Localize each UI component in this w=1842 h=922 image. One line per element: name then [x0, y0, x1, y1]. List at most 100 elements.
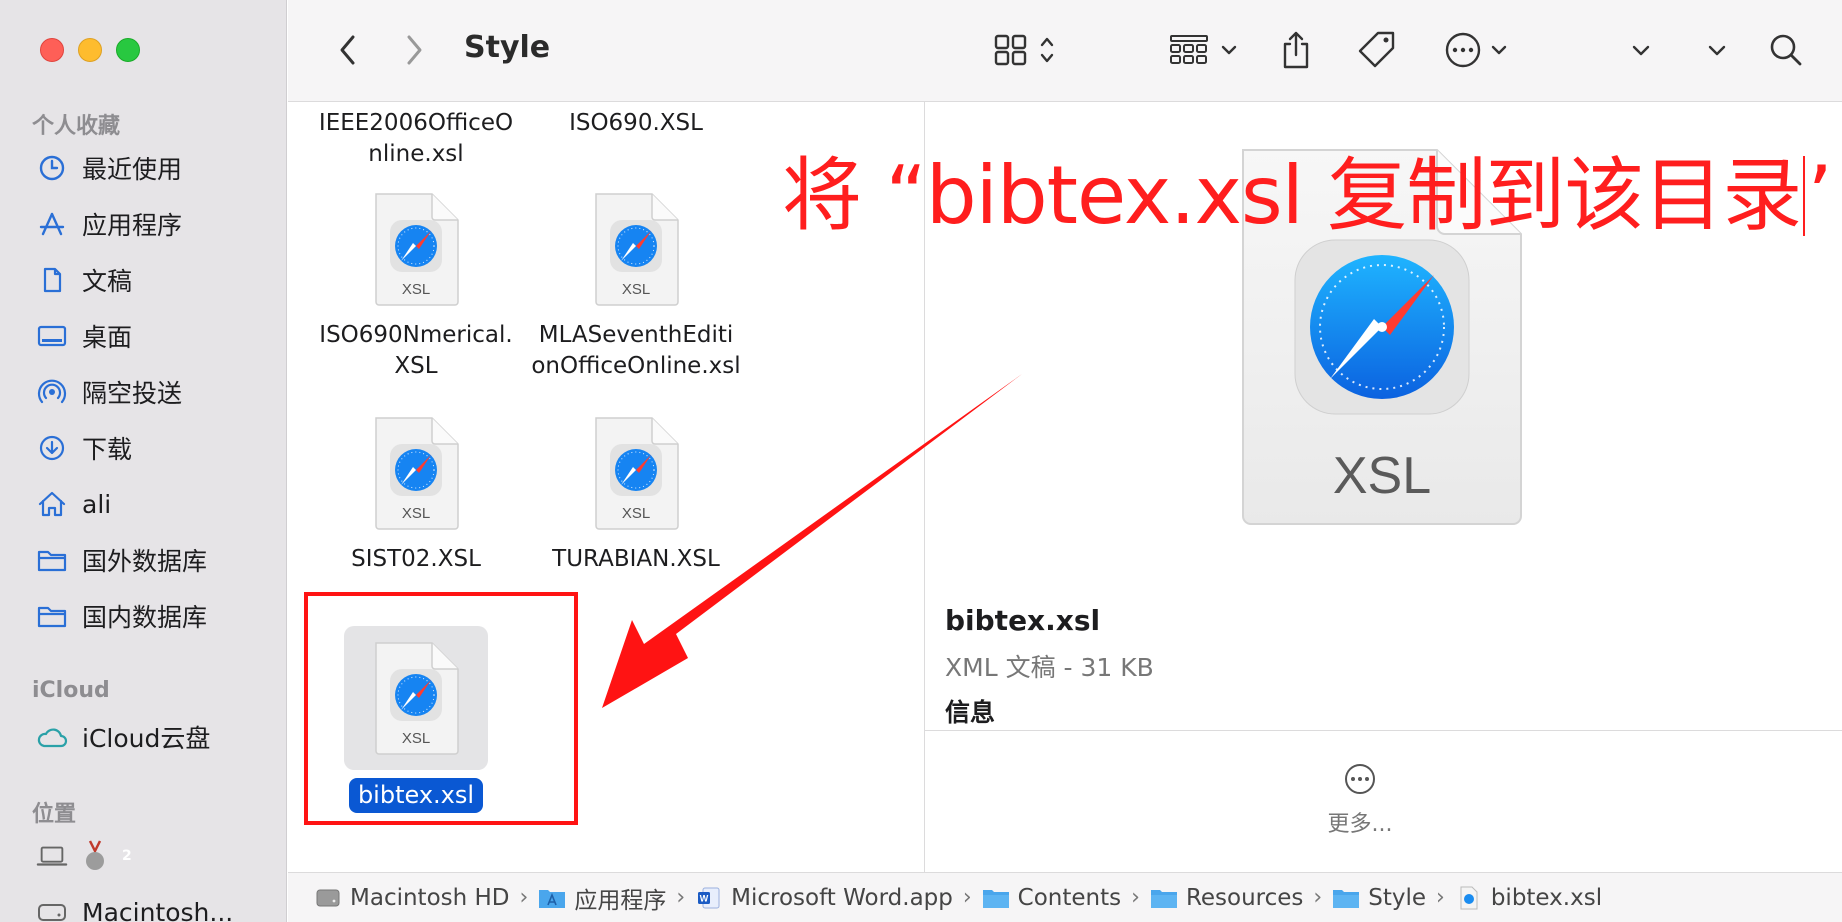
search-icon: [1770, 34, 1802, 66]
chevron-down-icon: [1632, 45, 1650, 56]
toolbar-dropdown-2[interactable]: [1702, 28, 1732, 72]
view-mode-button[interactable]: [993, 28, 1059, 72]
download-icon: [36, 432, 68, 464]
file-kind-label: XSL: [402, 281, 430, 298]
medal-badge-icon: [82, 839, 108, 873]
path-item-word-app[interactable]: W Microsoft Word.app ›: [695, 885, 982, 911]
folder-icon: [36, 544, 68, 576]
more-info-button[interactable]: 更多...: [1305, 762, 1415, 838]
sidebar-item-desktop[interactable]: 桌面: [36, 316, 132, 356]
annotation-text-main: 将 “bibtex.xsl 复制到该目录: [782, 149, 1802, 242]
icon-grid-icon: [994, 34, 1027, 66]
sidebar-item-foreign-db[interactable]: 国外数据库: [36, 540, 207, 580]
sidebar-item-domestic-db[interactable]: 国内数据库: [36, 596, 207, 636]
minimize-window-button[interactable]: [78, 38, 102, 62]
file-item[interactable]: ISO690.XSL: [526, 94, 746, 139]
folder-icon: [36, 600, 68, 632]
sidebar-item-label: 下载: [82, 435, 133, 464]
ellipsis-circle-icon: [1445, 32, 1481, 68]
chevron-right-icon: ›: [1313, 885, 1323, 910]
annotation-highlight-box: [304, 592, 578, 825]
laptop-icon: [36, 840, 68, 872]
sidebar-item-computer[interactable]: 2: [36, 836, 132, 876]
file-item[interactable]: XSL TURABIAN.XSL: [526, 416, 746, 575]
path-item-bibtex[interactable]: bibtex.xsl: [1455, 885, 1602, 911]
file-name: TURABIAN.XSL: [552, 546, 720, 572]
xsl-file-icon: XSL: [592, 192, 680, 306]
sidebar-item-icloud-drive[interactable]: iCloud云盘: [36, 717, 210, 757]
back-button[interactable]: [332, 28, 364, 72]
disk-icon: [314, 886, 342, 910]
sidebar-item-label: iCloud云盘: [82, 724, 211, 753]
close-window-button[interactable]: [40, 38, 64, 62]
tag-icon: [1358, 31, 1395, 68]
xsl-file-icon: [1455, 886, 1483, 910]
file-item[interactable]: XSL SIST02.XSL: [306, 416, 526, 575]
sidebar: 个人收藏 最近使用 应用程序 文稿 桌面 隔空投送 下载 ali 国外数据库 国…: [0, 0, 287, 922]
path-item-label: Style: [1368, 884, 1427, 911]
path-item-label: Macintosh HD: [350, 884, 510, 911]
path-item-label: Contents: [1017, 884, 1122, 911]
search-button[interactable]: [1766, 28, 1806, 72]
chevron-left-icon: [340, 35, 355, 65]
folder-icon: [982, 886, 1010, 910]
file-kind-label: XSL: [622, 505, 650, 522]
file-name: IEEE2006OfficeO nline.xsl: [318, 110, 514, 167]
preview-file-name: bibtex.xsl: [945, 604, 1101, 637]
file-item[interactable]: IEEE2006OfficeO nline.xsl: [306, 94, 526, 170]
group-by-button[interactable]: [1168, 28, 1244, 72]
locations-section-title: 位置: [32, 802, 77, 827]
chevron-right-icon: [407, 35, 422, 65]
sidebar-item-documents[interactable]: 文稿: [36, 260, 132, 300]
sidebar-item-label: 隔空投送: [82, 379, 183, 408]
document-icon: [36, 264, 68, 296]
share-icon: [1283, 31, 1309, 69]
toolbar-dropdown-1[interactable]: [1626, 28, 1656, 72]
ellipsis-circle-icon: [1345, 764, 1375, 794]
airdrop-icon: [36, 376, 68, 408]
folder-icon: [1150, 886, 1178, 910]
more-actions-button[interactable]: [1444, 28, 1514, 72]
path-item-applications[interactable]: 应用程序 ›: [538, 881, 695, 915]
toolbar: Style: [288, 0, 1842, 102]
clock-icon: [36, 152, 68, 184]
chevron-right-icon: ›: [1131, 885, 1140, 910]
xsl-file-icon: XSL: [372, 192, 460, 306]
sidebar-item-macintosh-hd[interactable]: Macintosh...: [36, 892, 233, 922]
file-kind-label: XSL: [622, 281, 650, 298]
sidebar-item-label: 文稿: [82, 267, 133, 296]
annotation-instruction: 将 “bibtex.xsl 复制到该目录’: [782, 156, 1833, 236]
file-item[interactable]: XSL MLASeventhEditi onOfficeOnline.xsl: [526, 192, 746, 382]
forward-button[interactable]: [398, 28, 430, 72]
file-name: ISO690Nmerical. XSL: [319, 322, 513, 379]
home-icon: [36, 488, 68, 520]
chevron-right-icon: ›: [1436, 885, 1445, 910]
path-item-resources[interactable]: Resources ›: [1150, 885, 1332, 911]
chevron-down-icon: [1708, 45, 1726, 56]
folder-apps-icon: [538, 886, 566, 910]
path-item-contents[interactable]: Contents ›: [982, 885, 1150, 911]
icloud-section-title: iCloud: [32, 678, 110, 703]
tags-button[interactable]: [1354, 28, 1400, 72]
path-bar: Macintosh HD › 应用程序 › W Microsoft Word.a…: [288, 872, 1842, 922]
path-item-macintosh-hd[interactable]: Macintosh HD ›: [314, 885, 538, 911]
sidebar-item-airdrop[interactable]: 隔空投送: [36, 372, 182, 412]
chevron-right-icon: ›: [962, 885, 972, 910]
word-app-icon: W: [695, 886, 723, 910]
file-name: MLASeventhEditi onOfficeOnline.xsl: [531, 322, 741, 379]
more-info-label: 更多...: [1327, 812, 1393, 837]
sidebar-item-downloads[interactable]: 下载: [36, 428, 132, 468]
chevron-right-icon: ›: [519, 885, 529, 910]
path-item-label: Microsoft Word.app: [731, 884, 953, 911]
xsl-file-icon: XSL: [372, 416, 460, 530]
sidebar-item-applications[interactable]: 应用程序: [36, 204, 182, 244]
path-item-label: bibtex.xsl: [1490, 884, 1603, 911]
share-button[interactable]: [1276, 28, 1316, 72]
sidebar-item-recents[interactable]: 最近使用: [36, 148, 182, 188]
path-item-style[interactable]: Style ›: [1332, 885, 1455, 911]
zoom-window-button[interactable]: [116, 38, 140, 62]
file-item[interactable]: XSL ISO690Nmerical. XSL: [306, 192, 526, 382]
sidebar-item-label: Macintosh...: [82, 897, 234, 922]
sidebar-item-label: 国外数据库: [82, 547, 208, 576]
sidebar-item-home[interactable]: ali: [36, 484, 111, 524]
